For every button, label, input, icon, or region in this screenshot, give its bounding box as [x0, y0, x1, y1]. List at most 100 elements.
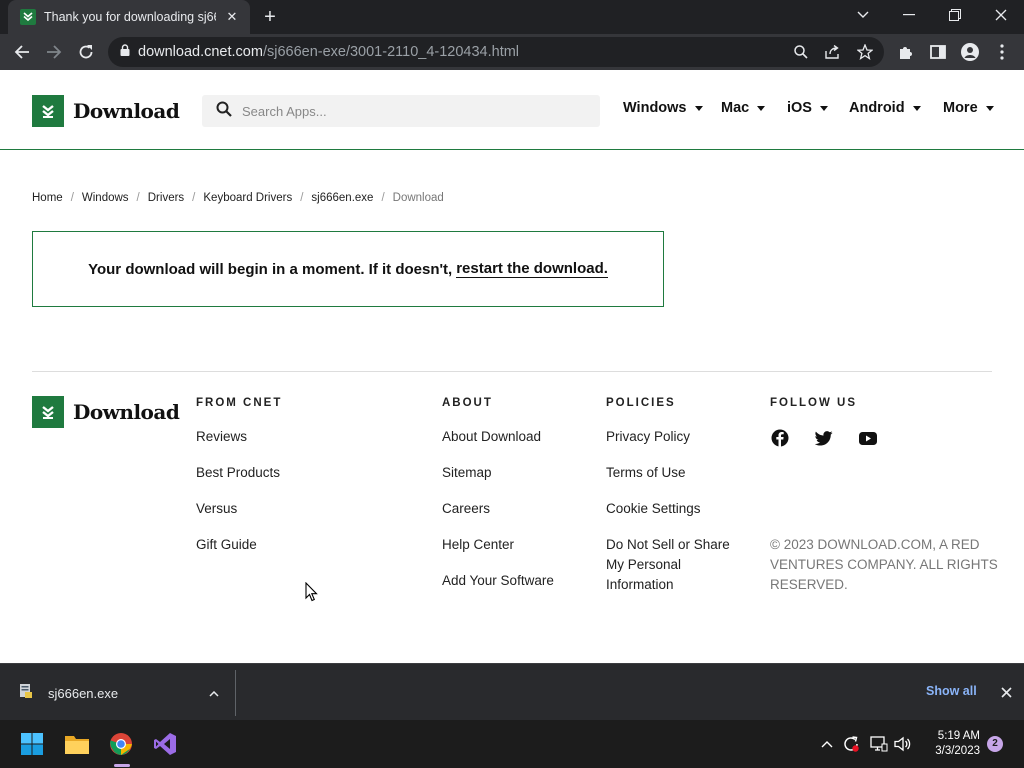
search-input[interactable]: [242, 103, 582, 119]
footer-link-best-products[interactable]: Best Products: [196, 463, 280, 483]
footer-link-gift-guide[interactable]: Gift Guide: [196, 535, 257, 555]
header-logo[interactable]: Download: [32, 95, 180, 127]
twitter-icon[interactable]: [815, 429, 833, 447]
notice-text: Your download will begin in a moment. If…: [88, 260, 453, 278]
active-app-indicator: [114, 764, 130, 767]
search-box[interactable]: [202, 95, 600, 127]
url-path: /sj666en-exe/3001-2110_4-120434.html: [262, 44, 520, 60]
download-notice: Your download will begin in a moment. If…: [32, 231, 664, 307]
nav-windows[interactable]: Windows: [623, 100, 703, 116]
footer-heading-about: ABOUT: [442, 397, 493, 409]
visual-studio-icon[interactable]: [149, 728, 181, 760]
restart-download-link[interactable]: restart the download.: [456, 260, 608, 278]
chrome-menu-icon[interactable]: [992, 42, 1012, 62]
nav-more[interactable]: More: [943, 100, 994, 116]
copyright-text: © 2023 DOWNLOAD.COM, A RED VENTURES COMP…: [770, 537, 998, 592]
footer-link-sitemap[interactable]: Sitemap: [442, 463, 492, 483]
facebook-icon[interactable]: [771, 429, 789, 447]
logo-text: Download: [73, 99, 180, 123]
nav-label: Mac: [721, 100, 750, 116]
bookmark-star-icon[interactable]: [856, 43, 874, 61]
nav-label: More: [943, 100, 978, 116]
breadcrumb-windows[interactable]: Windows: [82, 192, 129, 204]
clock-date: 3/3/2023: [935, 745, 980, 757]
breadcrumb-file[interactable]: sj666en.exe: [311, 192, 373, 204]
tab-close-icon[interactable]: ✕: [224, 9, 240, 25]
mouse-cursor-icon: [305, 581, 318, 607]
caret-down-icon: [912, 105, 921, 111]
nav-mac[interactable]: Mac: [721, 100, 766, 116]
sync-status-icon[interactable]: [842, 735, 860, 753]
breadcrumb: Home / Windows / Drivers / Keyboard Driv…: [32, 192, 444, 204]
restore-button[interactable]: [932, 0, 978, 30]
download-shelf: sj666en.exe Show all: [0, 663, 1024, 720]
footer-logo[interactable]: Download: [32, 396, 180, 428]
lock-icon[interactable]: [120, 43, 130, 61]
nav-label: Windows: [623, 100, 687, 116]
chrome-icon[interactable]: [105, 728, 137, 760]
footer-link-careers[interactable]: Careers: [442, 499, 490, 519]
breadcrumb-separator: /: [381, 192, 385, 204]
download-logo-icon: [32, 95, 64, 127]
footer-link-privacy-policy[interactable]: Privacy Policy: [606, 427, 690, 447]
footer-heading-policies: POLICIES: [606, 397, 676, 409]
footer-link-reviews[interactable]: Reviews: [196, 427, 247, 447]
site-header: Download Windows Mac iOS Android More: [0, 70, 1024, 150]
extensions-puzzle-icon[interactable]: [896, 42, 916, 62]
search-icon: [216, 101, 232, 122]
footer-link-about-download[interactable]: About Download: [442, 427, 541, 447]
caret-down-icon: [819, 105, 828, 111]
show-all-downloads-button[interactable]: Show all: [926, 684, 977, 698]
file-explorer-icon[interactable]: [61, 728, 93, 760]
back-button[interactable]: [8, 38, 36, 66]
footer-link-do-not-sell[interactable]: Do Not Sell or Share My Personal Informa…: [606, 535, 746, 595]
show-hidden-icons-chevron-icon[interactable]: [818, 735, 836, 753]
close-window-button[interactable]: [978, 0, 1024, 30]
breadcrumb-separator: /: [70, 192, 74, 204]
youtube-icon[interactable]: [859, 429, 877, 447]
breadcrumb-separator: /: [136, 192, 140, 204]
breadcrumb-current: Download: [392, 192, 444, 204]
reload-button[interactable]: [72, 38, 100, 66]
side-panel-icon[interactable]: [928, 42, 948, 62]
windows-start-icon[interactable]: [16, 728, 48, 760]
breadcrumb-separator: /: [300, 192, 304, 204]
tab-title: Thank you for downloading sj666en.exe: [44, 10, 216, 24]
footer-link-cookie-settings[interactable]: Cookie Settings: [606, 499, 701, 519]
breadcrumb-keyboard-drivers[interactable]: Keyboard Drivers: [203, 192, 292, 204]
nav-android[interactable]: Android: [849, 100, 921, 116]
breadcrumb-home[interactable]: Home: [32, 192, 63, 204]
share-icon[interactable]: [824, 43, 842, 61]
browser-toolbar: download.cnet.com/sj666en-exe/3001-2110_…: [0, 34, 1024, 70]
new-tab-button[interactable]: +: [258, 6, 282, 28]
nav-label: iOS: [787, 100, 812, 116]
minimize-button[interactable]: [886, 0, 932, 30]
downloaded-file-item[interactable]: sj666en.exe: [0, 670, 236, 716]
footer-link-add-your-software[interactable]: Add Your Software: [442, 571, 554, 591]
tab-search-icon[interactable]: [840, 0, 886, 30]
profile-avatar-icon[interactable]: [960, 42, 980, 62]
nav-ios[interactable]: iOS: [787, 100, 828, 116]
footer-heading-follow-us: FOLLOW US: [770, 397, 857, 409]
footer-link-help-center[interactable]: Help Center: [442, 535, 514, 555]
footer-link-versus[interactable]: Versus: [196, 499, 237, 519]
notification-badge[interactable]: 2: [987, 736, 1003, 752]
close-shelf-icon[interactable]: [998, 684, 1014, 700]
clock-time: 5:19 AM: [937, 730, 980, 742]
file-icon: [18, 683, 34, 704]
browser-tab[interactable]: Thank you for downloading sj666en.exe ✕: [8, 0, 250, 34]
footer-heading-from-cnet: FROM CNET: [196, 397, 283, 409]
volume-icon[interactable]: [894, 735, 912, 753]
address-bar[interactable]: download.cnet.com/sj666en-exe/3001-2110_…: [108, 37, 884, 67]
network-icon[interactable]: [870, 735, 888, 753]
logo-text: Download: [73, 400, 180, 424]
breadcrumb-drivers[interactable]: Drivers: [148, 192, 184, 204]
taskbar-clock[interactable]: 5:19 AM 3/3/2023: [924, 729, 980, 759]
url-text: download.cnet.com/sj666en-exe/3001-2110_…: [138, 44, 519, 60]
footer-divider: [32, 371, 992, 372]
forward-button[interactable]: [40, 38, 68, 66]
chevron-up-icon[interactable]: [209, 684, 219, 702]
zoom-search-icon[interactable]: [792, 43, 810, 61]
footer-link-terms-of-use[interactable]: Terms of Use: [606, 463, 686, 483]
url-host: download.cnet.com: [138, 44, 263, 60]
